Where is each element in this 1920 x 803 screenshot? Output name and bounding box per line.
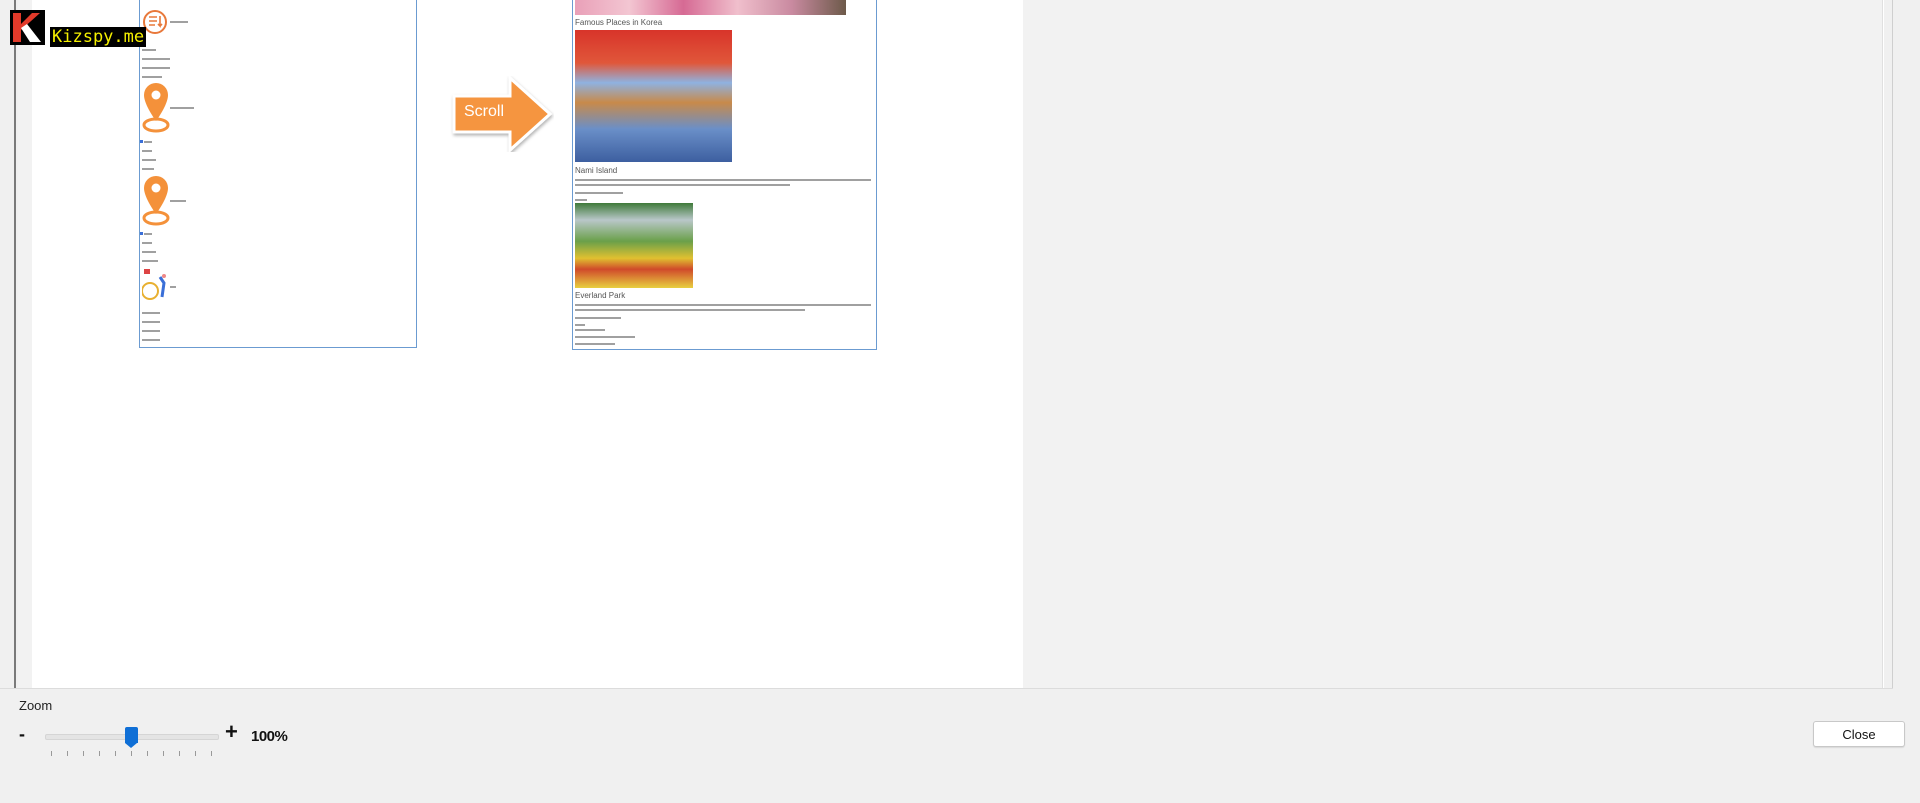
vertical-scrollbar[interactable]: [1882, 0, 1884, 688]
panel-divider: [0, 688, 1893, 689]
location-pin-icon: [142, 176, 170, 226]
print-preview-canvas: Scroll Famous Places in Korea Nami Islan…: [32, 0, 1023, 688]
zoom-slider-thumb[interactable]: [125, 727, 138, 748]
zoom-in-button[interactable]: +: [225, 719, 238, 745]
slider-tick: [163, 751, 164, 756]
place-title: Everland Park: [575, 291, 626, 300]
slider-tick: [195, 751, 196, 756]
slider-tick: [131, 751, 132, 756]
slider-tick: [115, 751, 116, 756]
slider-tick: [211, 751, 212, 756]
time-illustration-icon: [142, 269, 166, 300]
place-image-park: [575, 203, 693, 288]
preview-page-left: [139, 0, 417, 348]
zoom-out-button[interactable]: -: [19, 724, 25, 745]
slider-tick: [83, 751, 84, 756]
window-left-border: [14, 0, 16, 688]
left-gutter: [18, 0, 32, 688]
zoom-label: Zoom: [19, 698, 53, 713]
place-image-palace: [575, 30, 732, 162]
panel-right-border: [1892, 0, 1893, 688]
preview-empty-area: [1023, 0, 1882, 688]
scroll-arrow-annotation: Scroll: [450, 76, 554, 152]
close-button[interactable]: Close: [1813, 721, 1905, 747]
section-title: Famous Places in Korea: [575, 18, 663, 27]
place-title: Nami Island: [575, 166, 618, 175]
watermark-text: Kizspy.me: [50, 27, 147, 47]
slider-tick: [147, 751, 148, 756]
slider-tick: [51, 751, 52, 756]
zoom-value: 100%: [251, 728, 288, 745]
header-image: [575, 0, 846, 15]
slider-tick: [67, 751, 68, 756]
scroll-label: Scroll: [464, 103, 505, 120]
preview-page-right: Famous Places in Korea Nami Island Everl…: [572, 0, 877, 350]
slider-tick: [99, 751, 100, 756]
location-pin-icon: [142, 83, 170, 133]
slider-tick: [179, 751, 180, 756]
kizspy-logo: [10, 10, 45, 45]
